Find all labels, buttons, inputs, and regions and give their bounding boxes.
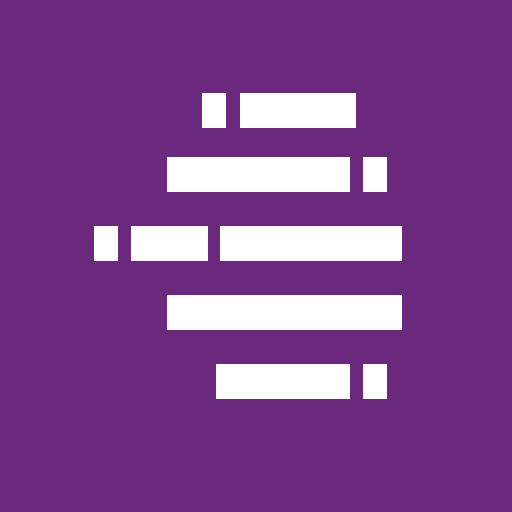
logo-bar bbox=[202, 93, 226, 128]
logo-bar bbox=[167, 295, 402, 330]
logo-bar bbox=[167, 157, 350, 192]
logo-bar bbox=[363, 364, 387, 399]
logo-bar bbox=[216, 364, 350, 399]
logo-bar bbox=[240, 93, 356, 128]
logo-bar bbox=[131, 226, 208, 261]
logo-bar bbox=[94, 226, 118, 261]
logo-bar bbox=[220, 226, 402, 261]
app-icon-canvas bbox=[0, 0, 512, 512]
logo-bar bbox=[363, 157, 387, 192]
